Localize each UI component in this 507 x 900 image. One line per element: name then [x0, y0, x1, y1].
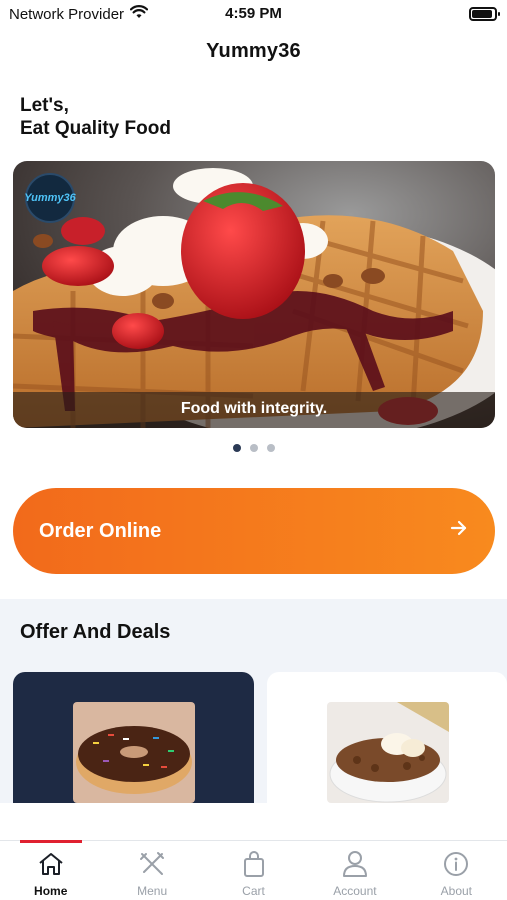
battery-level: [472, 10, 492, 18]
hero-banner[interactable]: Yummy36 Food with integrity.: [13, 161, 495, 428]
status-bar: Network Provider 4:59 PM: [0, 0, 507, 28]
logo-text: Yummy36: [24, 192, 76, 204]
bottom-tab-bar: Home Menu Cart Account About: [0, 840, 507, 900]
tab-label: Home: [34, 884, 68, 898]
offers-section: Offer And Deals: [0, 599, 507, 803]
waffle-image: [13, 161, 495, 428]
offers-title: Offer And Deals: [20, 621, 171, 643]
offer-card-donut[interactable]: [13, 672, 254, 803]
carousel-dot[interactable]: [249, 444, 258, 452]
order-online-label: Order Online: [39, 519, 162, 542]
greeting-heading: Let's, Eat Quality Food: [20, 94, 171, 140]
tab-menu[interactable]: Menu: [101, 841, 202, 900]
tab-about[interactable]: About: [406, 841, 507, 900]
tab-home[interactable]: Home: [0, 841, 101, 900]
shopping-bag-icon: [242, 850, 266, 878]
carousel-dot[interactable]: [232, 444, 241, 452]
tab-label: Account: [333, 884, 377, 898]
order-online-button[interactable]: Order Online: [13, 488, 495, 574]
home-icon: [38, 850, 64, 878]
tab-label: About: [440, 884, 472, 898]
battery-icon: [469, 7, 500, 21]
crumble-image: [327, 702, 449, 803]
greeting-line-1: Let's,: [20, 95, 69, 116]
tab-label: Menu: [137, 884, 168, 898]
yummy36-logo: Yummy36: [24, 173, 76, 223]
app-title: Yummy36: [206, 40, 301, 62]
arrow-right-icon: [449, 518, 469, 544]
user-icon: [342, 850, 368, 878]
tab-label: Cart: [242, 884, 265, 898]
carousel-dot[interactable]: [266, 444, 275, 452]
fork-knife-icon: [138, 850, 166, 878]
tab-cart[interactable]: Cart: [203, 841, 304, 900]
tab-account[interactable]: Account: [304, 841, 405, 900]
status-time: 4:59 PM: [225, 5, 282, 22]
greeting-line-2: Eat Quality Food: [20, 118, 171, 139]
info-icon: [443, 850, 469, 878]
offer-card-crumble[interactable]: [267, 672, 507, 803]
carousel-indicator[interactable]: [0, 444, 507, 452]
banner-caption: Food with integrity.: [180, 400, 328, 417]
donut-image: [73, 702, 195, 803]
